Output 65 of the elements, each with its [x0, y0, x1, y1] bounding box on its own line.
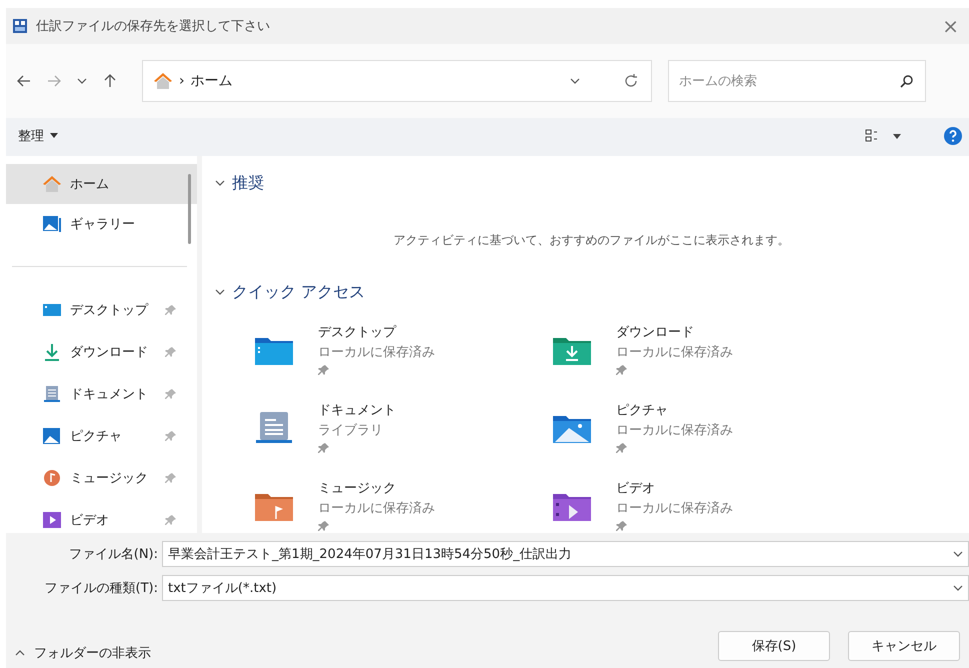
picture-icon	[552, 413, 592, 445]
caret-icon	[50, 133, 58, 139]
quick-access-item[interactable]: ピクチャ ローカルに保存済み	[552, 401, 850, 461]
field-label: ファイル名(N):	[68, 546, 159, 563]
sidebar-item[interactable]: ギャラリー	[6, 204, 197, 244]
pin-icon	[616, 364, 628, 376]
sidebar-item[interactable]: ピクチャ	[6, 415, 197, 457]
organize-menu[interactable]: 整理	[18, 127, 58, 145]
scrollbar-thumb[interactable]	[188, 174, 191, 244]
quick-access-item[interactable]: ミュージック ローカルに保存済み	[254, 479, 552, 533]
sidebar-item[interactable]: ビデオ	[6, 499, 197, 533]
desktop-folder-icon	[254, 335, 294, 367]
music-icon	[254, 491, 294, 523]
home-icon	[42, 175, 62, 193]
desktop-folder-icon	[42, 301, 62, 319]
pin-icon	[165, 388, 177, 400]
pin-icon	[318, 442, 330, 454]
music-icon	[42, 469, 62, 487]
empty-message: アクティビティに基づいて、おすすめのファイルがここに表示されます。	[392, 232, 790, 249]
window-title: 仕訳ファイルの保存先を選択して下さい	[36, 18, 271, 35]
download-icon	[42, 343, 62, 361]
document-icon	[42, 385, 62, 403]
search-field[interactable]: ホームの検索	[668, 60, 926, 102]
field-label: ファイルの種類(T):	[44, 580, 159, 597]
quick-access-item[interactable]: ダウンロード ローカルに保存済み	[552, 323, 850, 383]
sidebar-item[interactable]: ダウンロード	[6, 331, 197, 373]
pin-icon	[165, 514, 177, 526]
quick-access-item[interactable]: ビデオ ローカルに保存済み	[552, 479, 850, 533]
breadcrumb-item[interactable]: ホーム	[190, 72, 233, 90]
hide-folders-toggle[interactable]: フォルダーの非表示	[14, 644, 151, 662]
pin-icon	[165, 304, 177, 316]
search-icon	[900, 74, 914, 88]
cancel-button[interactable]: キャンセル	[848, 631, 960, 661]
download-icon	[552, 335, 592, 367]
picture-icon	[42, 427, 62, 445]
sidebar-item[interactable]: デスクトップ	[6, 289, 197, 331]
refresh-icon[interactable]	[623, 73, 639, 89]
help-icon[interactable]	[943, 126, 963, 146]
pin-icon	[165, 346, 177, 358]
pin-icon	[318, 364, 330, 376]
app-icon	[12, 18, 28, 34]
close-button[interactable]: ×	[938, 14, 963, 38]
sidebar-item[interactable]: ホーム	[6, 164, 197, 204]
video-icon	[552, 491, 592, 523]
up-arrow-icon[interactable]	[102, 73, 118, 89]
pin-icon	[165, 430, 177, 442]
quick-access-item[interactable]: ドキュメント ライブラリ	[254, 401, 552, 461]
section-header[interactable]: クイック アクセス	[214, 277, 969, 307]
pin-icon	[616, 442, 628, 454]
sidebar-item[interactable]: ドキュメント	[6, 373, 197, 415]
breadcrumb-separator: ›	[179, 73, 185, 89]
back-arrow-icon[interactable]	[16, 73, 32, 89]
file-type-dropdown[interactable]: txtファイル(*.txt)	[162, 575, 969, 601]
video-icon	[42, 511, 62, 529]
quick-access-item[interactable]: デスクトップ ローカルに保存済み	[254, 323, 552, 383]
address-bar[interactable]: › ホーム	[142, 60, 652, 102]
save-button[interactable]: 保存(S)	[718, 631, 830, 661]
home-icon	[153, 72, 173, 90]
sidebar-item[interactable]: ミュージック	[6, 457, 197, 499]
section-header[interactable]: 推奨	[214, 168, 969, 198]
gallery-icon	[42, 215, 62, 233]
pin-icon	[616, 520, 628, 532]
pin-icon	[318, 520, 330, 532]
pin-icon	[165, 472, 177, 484]
filename-field[interactable]: 早業会計王テスト_第1期_2024年07月31日13時54分50秒_仕訳出力	[162, 541, 969, 567]
